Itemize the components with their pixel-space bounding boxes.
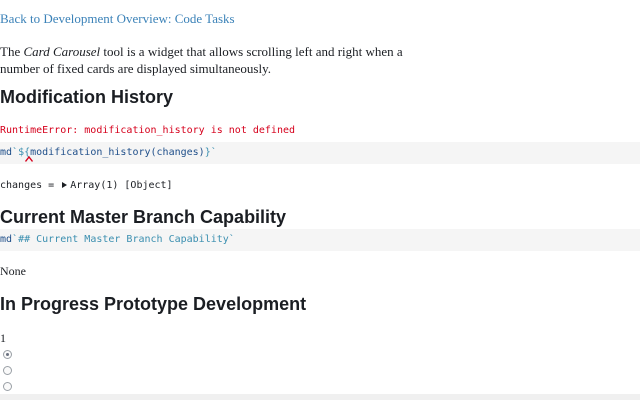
code-tag: md (0, 234, 13, 245)
radio-option-3[interactable] (3, 382, 12, 391)
heading-current-master: Current Master Branch Capability (0, 207, 287, 227)
radio-option-2[interactable] (3, 366, 12, 375)
radio-option-1[interactable] (3, 350, 12, 359)
observable-value[interactable]: Array(1) [Object] (70, 180, 172, 191)
back-link[interactable]: Back to Development Overview: Code Tasks (0, 11, 235, 27)
output-value: 1 (0, 331, 6, 345)
intro-prefix: The (0, 44, 24, 59)
intro-tool-name: Card Carousel (23, 44, 101, 59)
code-cell-partial (0, 394, 640, 400)
intro-paragraph: The Card Carousel tool is a widget that … (0, 43, 420, 77)
code-template-close: }` (204, 147, 217, 158)
heading-modification-history: Modification History (0, 87, 174, 107)
code-cell-current-master[interactable]: md`## Current Master Branch Capability` (0, 229, 640, 251)
code-tag: md (0, 147, 13, 158)
heading-in-progress: In Progress Prototype Development (0, 294, 307, 314)
output-none: None (0, 264, 26, 278)
code-cell-modification-history[interactable]: md`${modification_history(changes)}` (0, 142, 640, 164)
runtime-error-message: RuntimeError: modification_history is no… (0, 125, 296, 136)
expand-triangle-icon[interactable] (62, 182, 68, 188)
code-call: modification_history(changes) (30, 147, 205, 158)
error-caret-icon (25, 156, 33, 162)
observable-label: changes = (0, 180, 61, 191)
observable-changes: changes = Array(1) [Object] (0, 180, 173, 191)
code-string: `## Current Master Branch Capability` (12, 234, 235, 245)
code-line: md`## Current Master Branch Capability` (0, 234, 235, 245)
